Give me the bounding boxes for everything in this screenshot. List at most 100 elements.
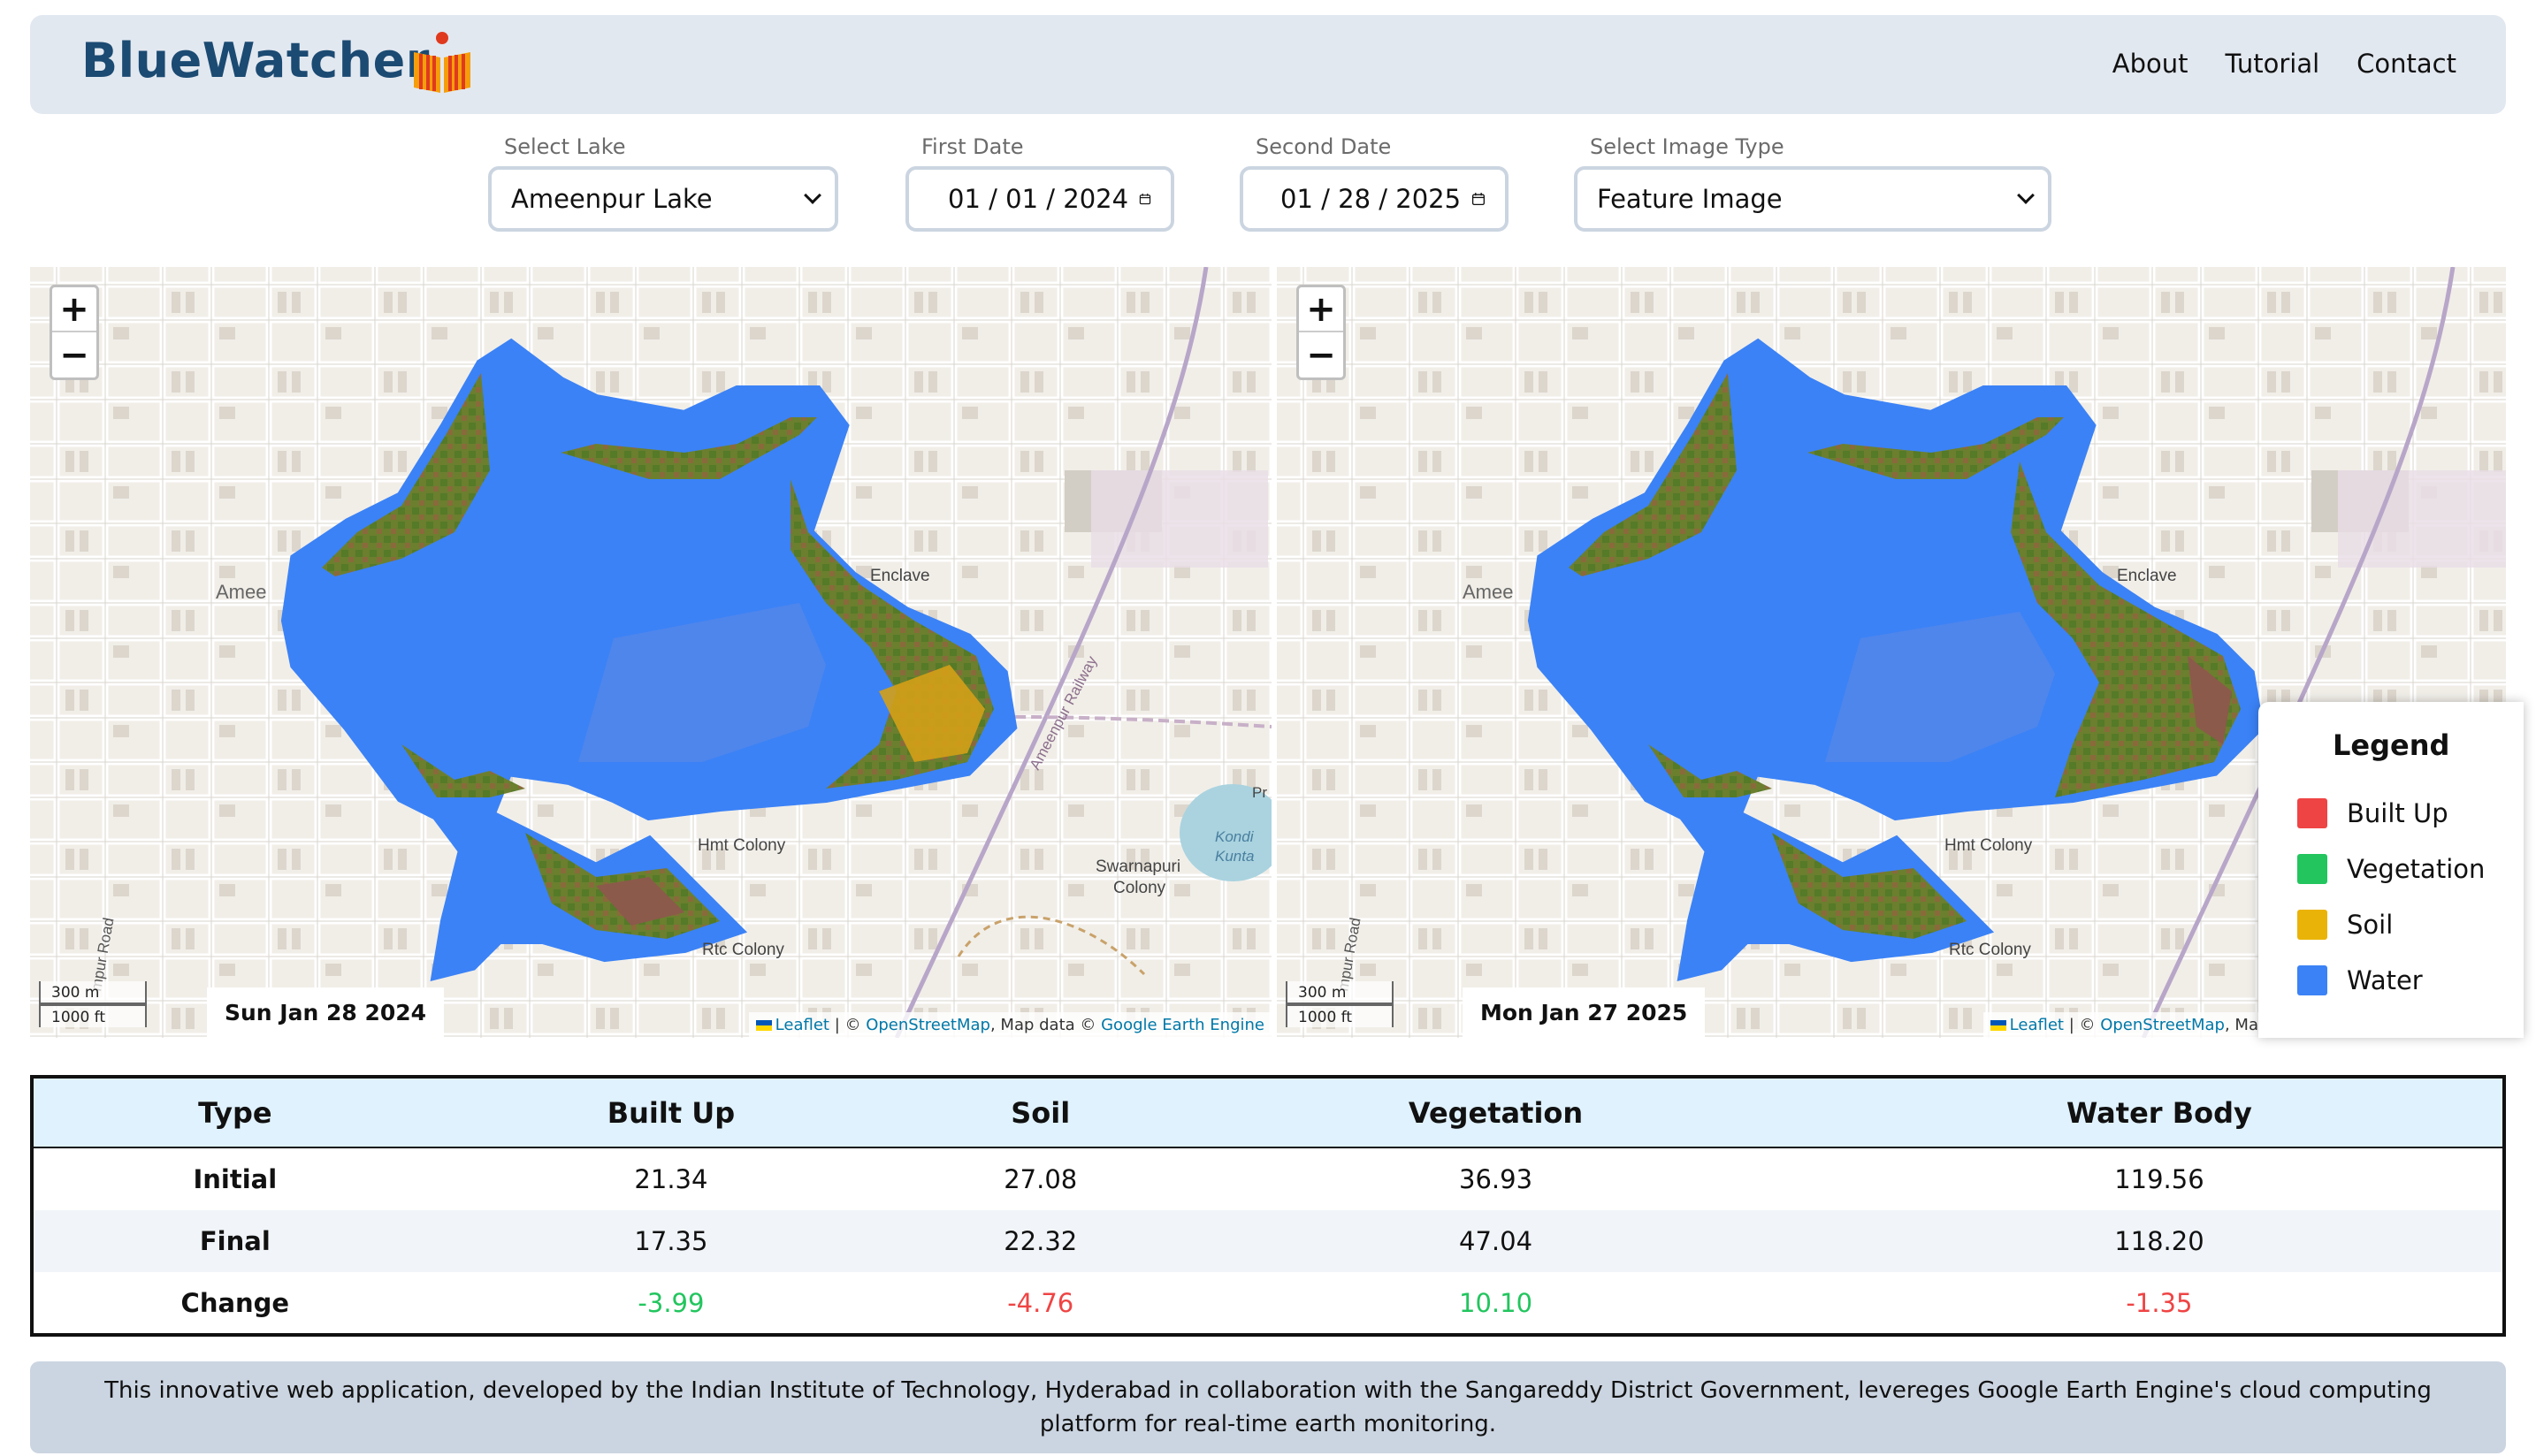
zoom-in-button[interactable]: +	[52, 287, 96, 332]
top-bar: BlueWatcher About Tutorial Contact	[30, 15, 2506, 114]
col-vegetation: Vegetation	[1175, 1077, 1816, 1148]
cell-soil: 27.08	[1004, 1163, 1078, 1194]
first-date-year[interactable]: 2024	[1063, 184, 1128, 214]
date-separator: /	[1371, 184, 1396, 214]
zoom-out-button[interactable]: −	[52, 332, 96, 377]
cell-vegetation: 36.93	[1459, 1163, 1533, 1194]
cell-soil: -4.76	[1007, 1287, 1074, 1318]
second-date-month[interactable]: 01	[1280, 184, 1313, 214]
zoom-out-button[interactable]: −	[1299, 332, 1343, 377]
ukraine-flag-icon	[1990, 1020, 2006, 1031]
water-swatch	[2297, 964, 2327, 995]
svg-text:Amee: Amee	[1463, 581, 1513, 603]
cell-water: 119.56	[2114, 1163, 2204, 1194]
footer-description: This innovative web application, develop…	[30, 1361, 2506, 1453]
first-date-input[interactable]: 01 / 01 / 2024	[905, 166, 1174, 232]
attr-sep: | ©	[2063, 1016, 2101, 1034]
svg-text:Kunta: Kunta	[1215, 848, 1254, 865]
map-initial[interactable]: Amee Enclave Hmt Colony Rtc Colony Swarn…	[30, 267, 1272, 1038]
cell-vegetation: 47.04	[1175, 1209, 1816, 1273]
image-type-value: Feature Image	[1597, 184, 1783, 214]
first-date-month[interactable]: 01	[948, 184, 981, 214]
svg-text:Colony: Colony	[1113, 879, 1166, 897]
lake-select-label: Select Lake	[504, 134, 626, 159]
map-scale: 300 m 1000 ft	[39, 981, 172, 1031]
second-date-input[interactable]: 01 / 28 / 2025	[1240, 166, 1509, 232]
legend-item-built-up: Built Up	[2297, 785, 2524, 841]
nav-tutorial[interactable]: Tutorial	[2226, 49, 2320, 79]
col-built-up: Built Up	[436, 1077, 906, 1148]
date-separator: /	[1312, 184, 1339, 214]
attr-sep: , Map data ©	[989, 1016, 1102, 1034]
second-date-year[interactable]: 2025	[1395, 184, 1461, 214]
map-date-label: Sun Jan 28 2024	[207, 987, 445, 1038]
svg-text:Kondi: Kondi	[1215, 828, 1255, 845]
zoom-in-button[interactable]: +	[1299, 287, 1343, 332]
scale-feet: 1000 ft	[1286, 1004, 1394, 1027]
table-row: Change -3.99 -4.76 10.10 -1.35	[32, 1272, 2504, 1335]
app-title[interactable]: BlueWatcher	[81, 33, 430, 88]
second-date-day[interactable]: 28	[1338, 184, 1371, 214]
zoom-control: + −	[1296, 285, 1346, 380]
legend-item-water: Water	[2297, 952, 2524, 1008]
svg-text:Amee: Amee	[216, 581, 266, 603]
svg-text:Rtc Colony: Rtc Colony	[702, 941, 784, 959]
map-date-label: Mon Jan 27 2025	[1463, 987, 1706, 1038]
map-scale: 300 m 1000 ft	[1286, 981, 1418, 1031]
legend-label: Vegetation	[2347, 853, 2486, 884]
col-type: Type	[32, 1077, 437, 1148]
scale-meters: 300 m	[1286, 981, 1394, 1004]
scale-meters: 300 m	[39, 981, 147, 1004]
osm-link[interactable]: OpenStreetMap	[866, 1016, 990, 1034]
legend-label: Water	[2347, 964, 2423, 995]
image-type-select[interactable]: Feature Image	[1574, 166, 2051, 232]
calendar-icon[interactable]	[1139, 186, 1151, 212]
svg-text:Swarnapuri: Swarnapuri	[1096, 858, 1180, 876]
row-label: Final	[32, 1209, 437, 1273]
nav-about[interactable]: About	[2112, 49, 2188, 79]
nav-contact[interactable]: Contact	[2356, 49, 2456, 79]
col-soil: Soil	[905, 1077, 1176, 1148]
row-label: Change	[180, 1287, 290, 1318]
legend-title: Legend	[2333, 728, 2450, 762]
built-up-swatch	[2297, 797, 2327, 828]
cell-built-up: 17.35	[436, 1209, 906, 1273]
cell-water: -1.35	[2126, 1287, 2193, 1318]
col-water-body: Water Body	[1815, 1077, 2504, 1148]
first-date-label: First Date	[921, 134, 1024, 159]
svg-text:Enclave: Enclave	[2117, 567, 2177, 585]
first-date-group: First Date 01 / 01 / 2024	[905, 134, 1174, 232]
leaflet-link[interactable]: Leaflet	[2010, 1016, 2064, 1034]
osm-link[interactable]: OpenStreetMap	[2100, 1016, 2225, 1034]
scale-feet: 1000 ft	[39, 1004, 147, 1027]
first-date-day[interactable]: 01	[1005, 184, 1038, 214]
svg-text:Hmt Colony: Hmt Colony	[698, 836, 786, 855]
attr-sep: | ©	[829, 1016, 867, 1034]
date-separator: /	[980, 184, 1006, 214]
cell-water: 118.20	[1815, 1209, 2504, 1273]
map-tiles: Amee Enclave Hmt Colony Rtc Colony Swarn…	[30, 267, 1272, 1038]
gee-link[interactable]: Google Earth Engine	[1101, 1016, 1264, 1034]
legend-item-soil: Soil	[2297, 896, 2524, 952]
lake-select-value: Ameenpur Lake	[511, 184, 713, 214]
chevron-down-icon	[2017, 187, 2035, 204]
lake-select[interactable]: Ameenpur Lake	[488, 166, 838, 232]
svg-text:Pr: Pr	[1252, 784, 1267, 801]
image-type-group: Select Image Type Feature Image	[1574, 134, 2051, 232]
leaflet-link[interactable]: Leaflet	[775, 1016, 829, 1034]
chevron-down-icon	[804, 187, 821, 204]
legend-label: Soil	[2347, 909, 2394, 940]
zoom-control: + −	[50, 285, 99, 380]
date-separator: /	[1038, 184, 1064, 214]
change-stats-table: Type Built Up Soil Vegetation Water Body…	[30, 1075, 2506, 1337]
ukraine-flag-icon	[755, 1020, 772, 1031]
book-logo-icon	[414, 32, 470, 93]
map-legend: Legend Built Up Vegetation Soil Water	[2258, 702, 2524, 1038]
cell-built-up: 21.34	[634, 1163, 708, 1194]
legend-label: Built Up	[2347, 797, 2448, 828]
vegetation-swatch	[2297, 853, 2327, 884]
legend-item-vegetation: Vegetation	[2297, 841, 2524, 896]
calendar-icon[interactable]	[1471, 186, 1486, 212]
svg-text:Enclave: Enclave	[870, 567, 930, 585]
cell-vegetation: 10.10	[1459, 1287, 1533, 1318]
